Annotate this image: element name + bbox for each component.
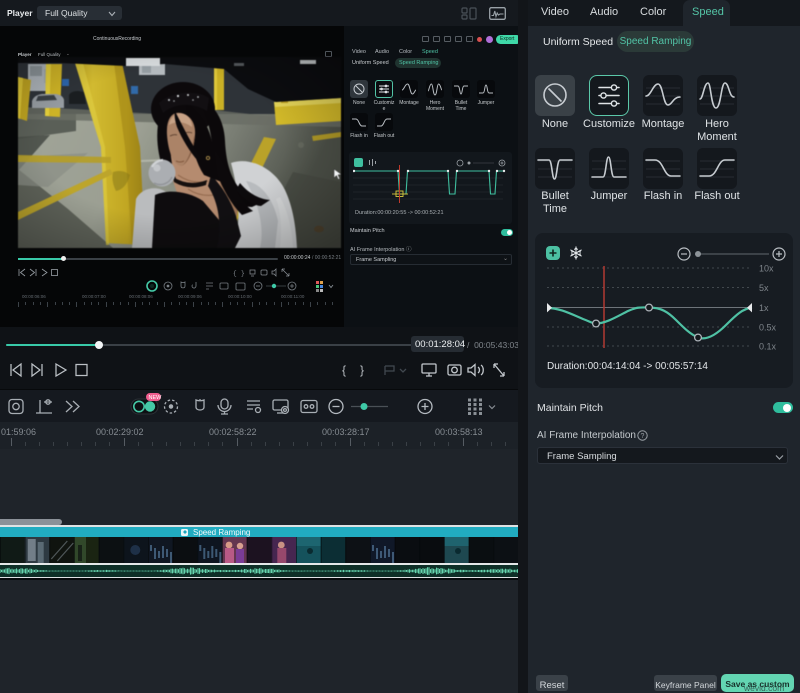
svg-text:10x: 10x — [759, 264, 774, 274]
svg-text:{: { — [342, 363, 346, 377]
svg-text:{: { — [233, 270, 237, 277]
svg-text:}: } — [241, 270, 245, 277]
svg-text:0.1x: 0.1x — [759, 342, 777, 352]
svg-text:0.5x: 0.5x — [759, 323, 777, 333]
svg-text:?: ? — [641, 433, 645, 440]
svg-text:}: } — [360, 363, 364, 377]
svg-text:NEW: NEW — [149, 395, 163, 401]
svg-text:5x: 5x — [759, 283, 769, 293]
svg-text:1x: 1x — [759, 303, 769, 313]
